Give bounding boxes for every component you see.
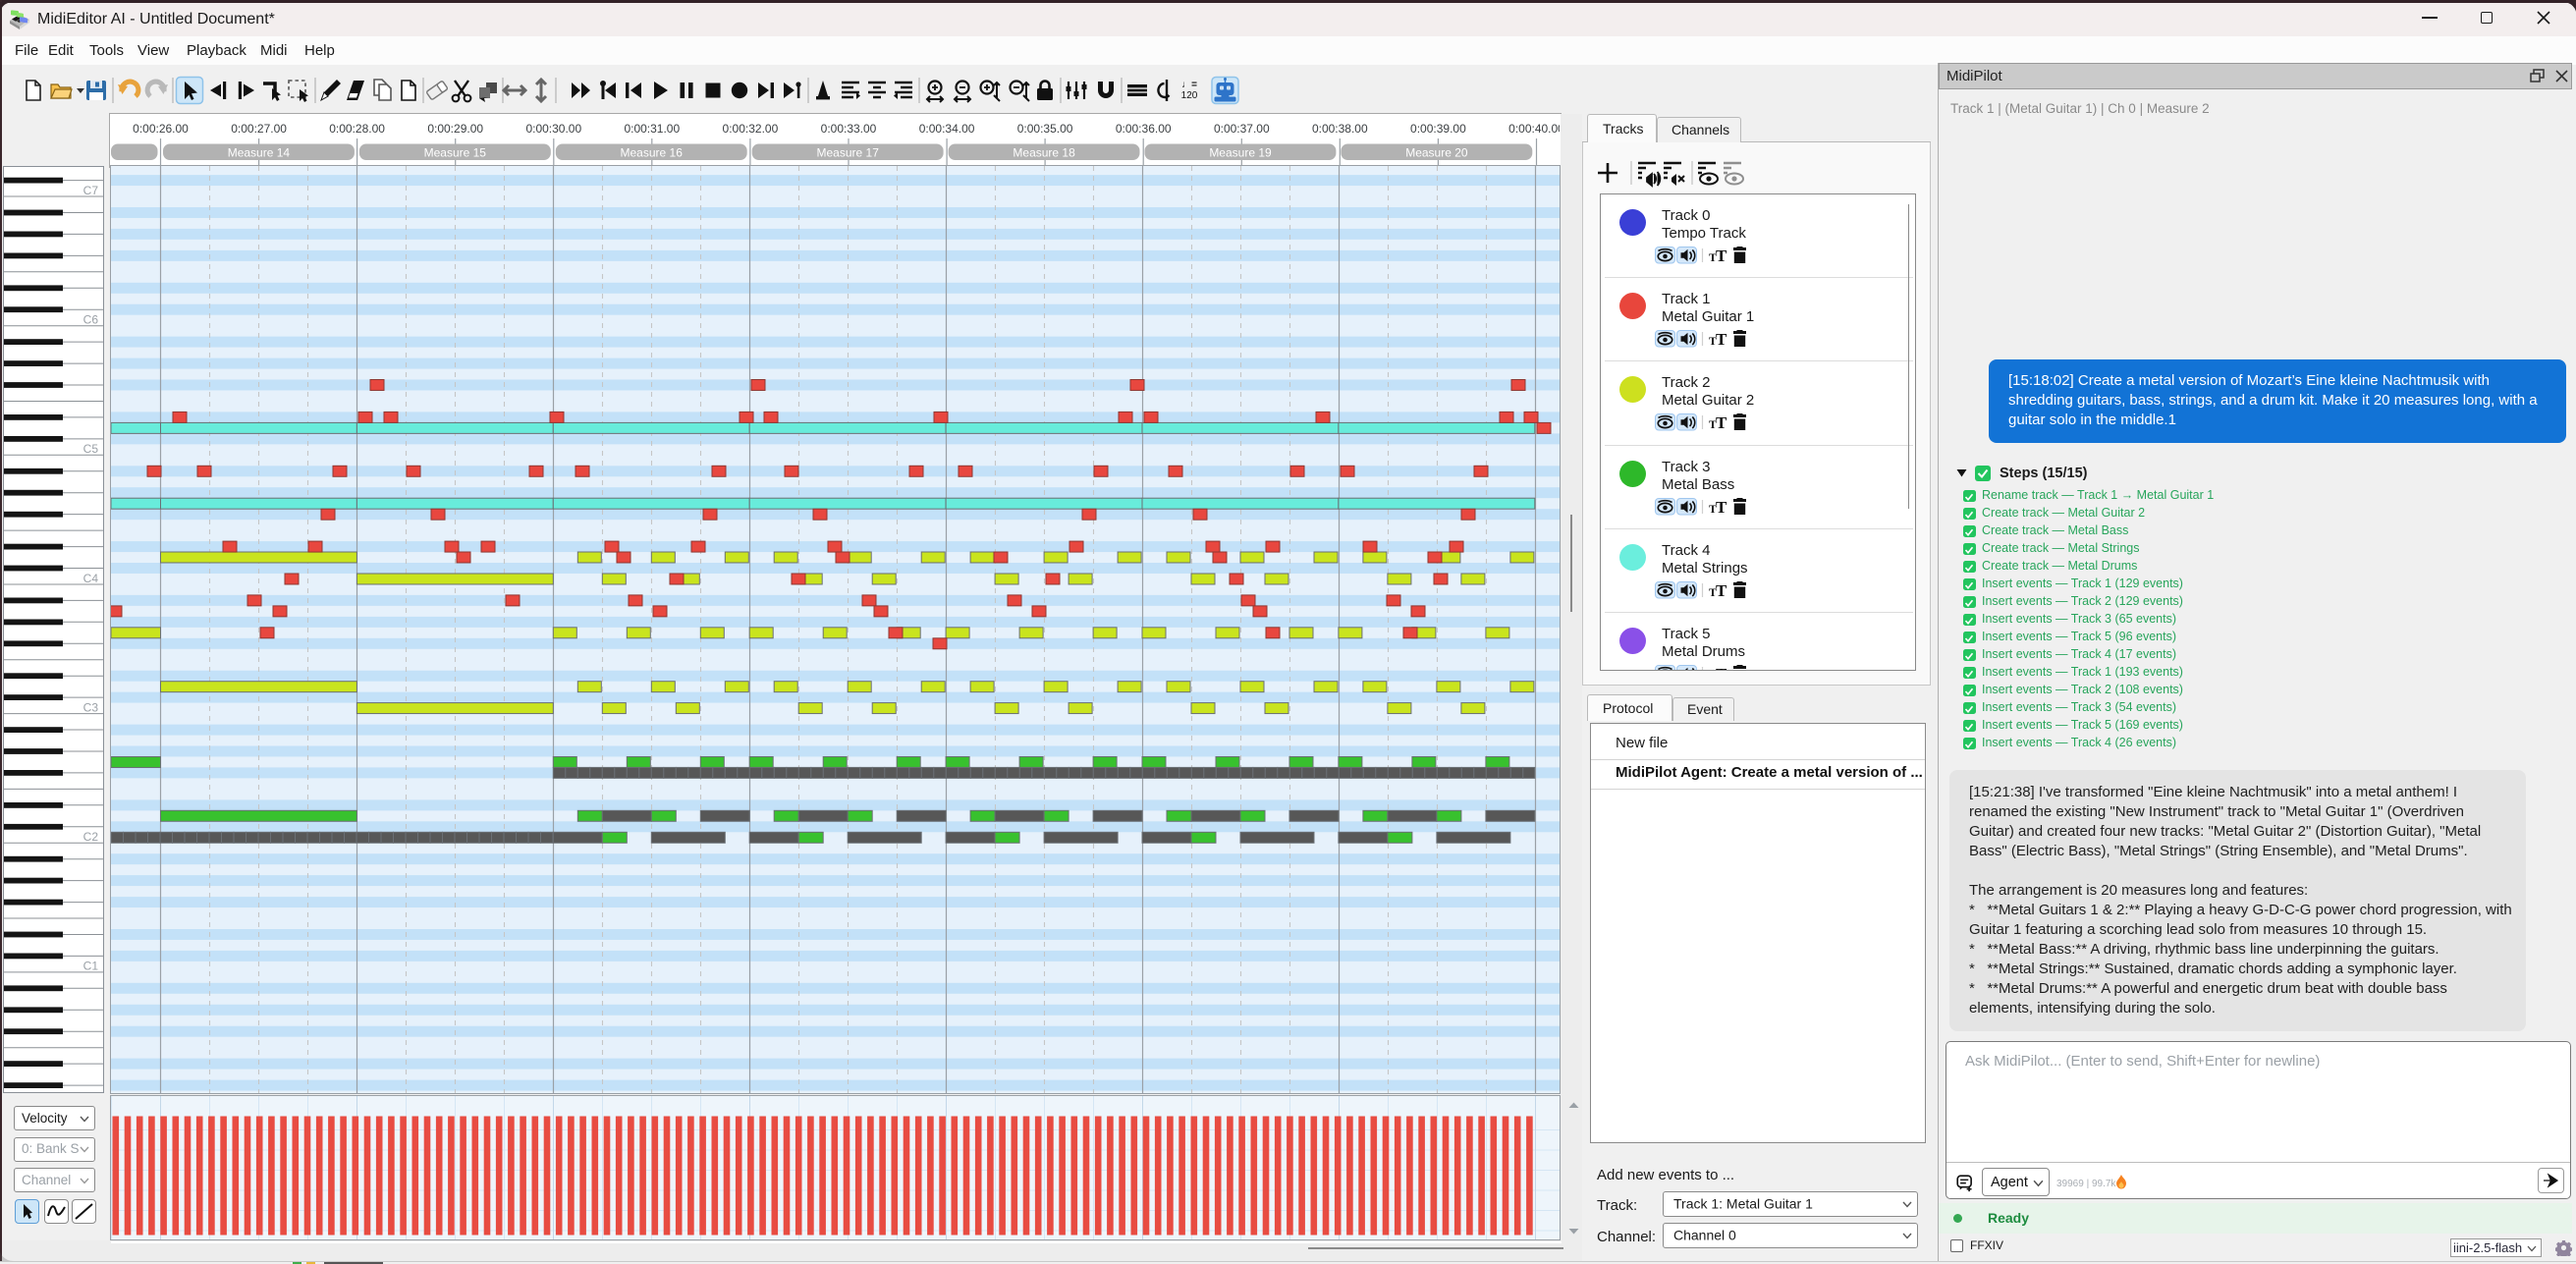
svg-text:T: T xyxy=(1716,247,1727,265)
svg-text:0:00:28.00: 0:00:28.00 xyxy=(329,122,385,136)
svg-text:0:00:31.00: 0:00:31.00 xyxy=(624,122,680,136)
svg-text:0:00:29.00: 0:00:29.00 xyxy=(427,122,483,136)
svg-text:0:00:36.00: 0:00:36.00 xyxy=(1116,122,1172,136)
svg-text:Measure 15: Measure 15 xyxy=(424,146,487,160)
svg-text:0:00:38.00: 0:00:38.00 xyxy=(1312,122,1368,136)
svg-text:Measure 19: Measure 19 xyxy=(1209,146,1272,160)
svg-text:Measure 14: Measure 14 xyxy=(228,146,291,160)
svg-text:0:00:40.00: 0:00:40.00 xyxy=(1508,122,1560,136)
svg-text:♩=: ♩= xyxy=(1181,80,1197,90)
svg-text:0:00:32.00: 0:00:32.00 xyxy=(723,122,779,136)
svg-text:0:00:26.00: 0:00:26.00 xyxy=(133,122,189,136)
svg-text:Measure 16: Measure 16 xyxy=(621,146,684,160)
svg-text:0:00:30.00: 0:00:30.00 xyxy=(525,122,581,136)
svg-text:0:00:34.00: 0:00:34.00 xyxy=(919,122,975,136)
svg-text:0:00:37.00: 0:00:37.00 xyxy=(1214,122,1270,136)
svg-text:0:00:35.00: 0:00:35.00 xyxy=(1017,122,1073,136)
svg-text:Measure 18: Measure 18 xyxy=(1013,146,1075,160)
svg-text:T: T xyxy=(1716,665,1727,671)
svg-text:0:00:33.00: 0:00:33.00 xyxy=(821,122,877,136)
svg-text:0:00:39.00: 0:00:39.00 xyxy=(1410,122,1466,136)
svg-text:120: 120 xyxy=(1181,90,1198,101)
svg-text:T: T xyxy=(1716,581,1727,600)
svg-text:T: T xyxy=(1716,498,1727,517)
svg-text:Measure 17: Measure 17 xyxy=(817,146,880,160)
svg-text:Measure 20: Measure 20 xyxy=(1405,146,1468,160)
svg-text:0:00:27.00: 0:00:27.00 xyxy=(231,122,287,136)
svg-text:T: T xyxy=(1716,413,1727,432)
svg-text:T: T xyxy=(1716,330,1727,349)
